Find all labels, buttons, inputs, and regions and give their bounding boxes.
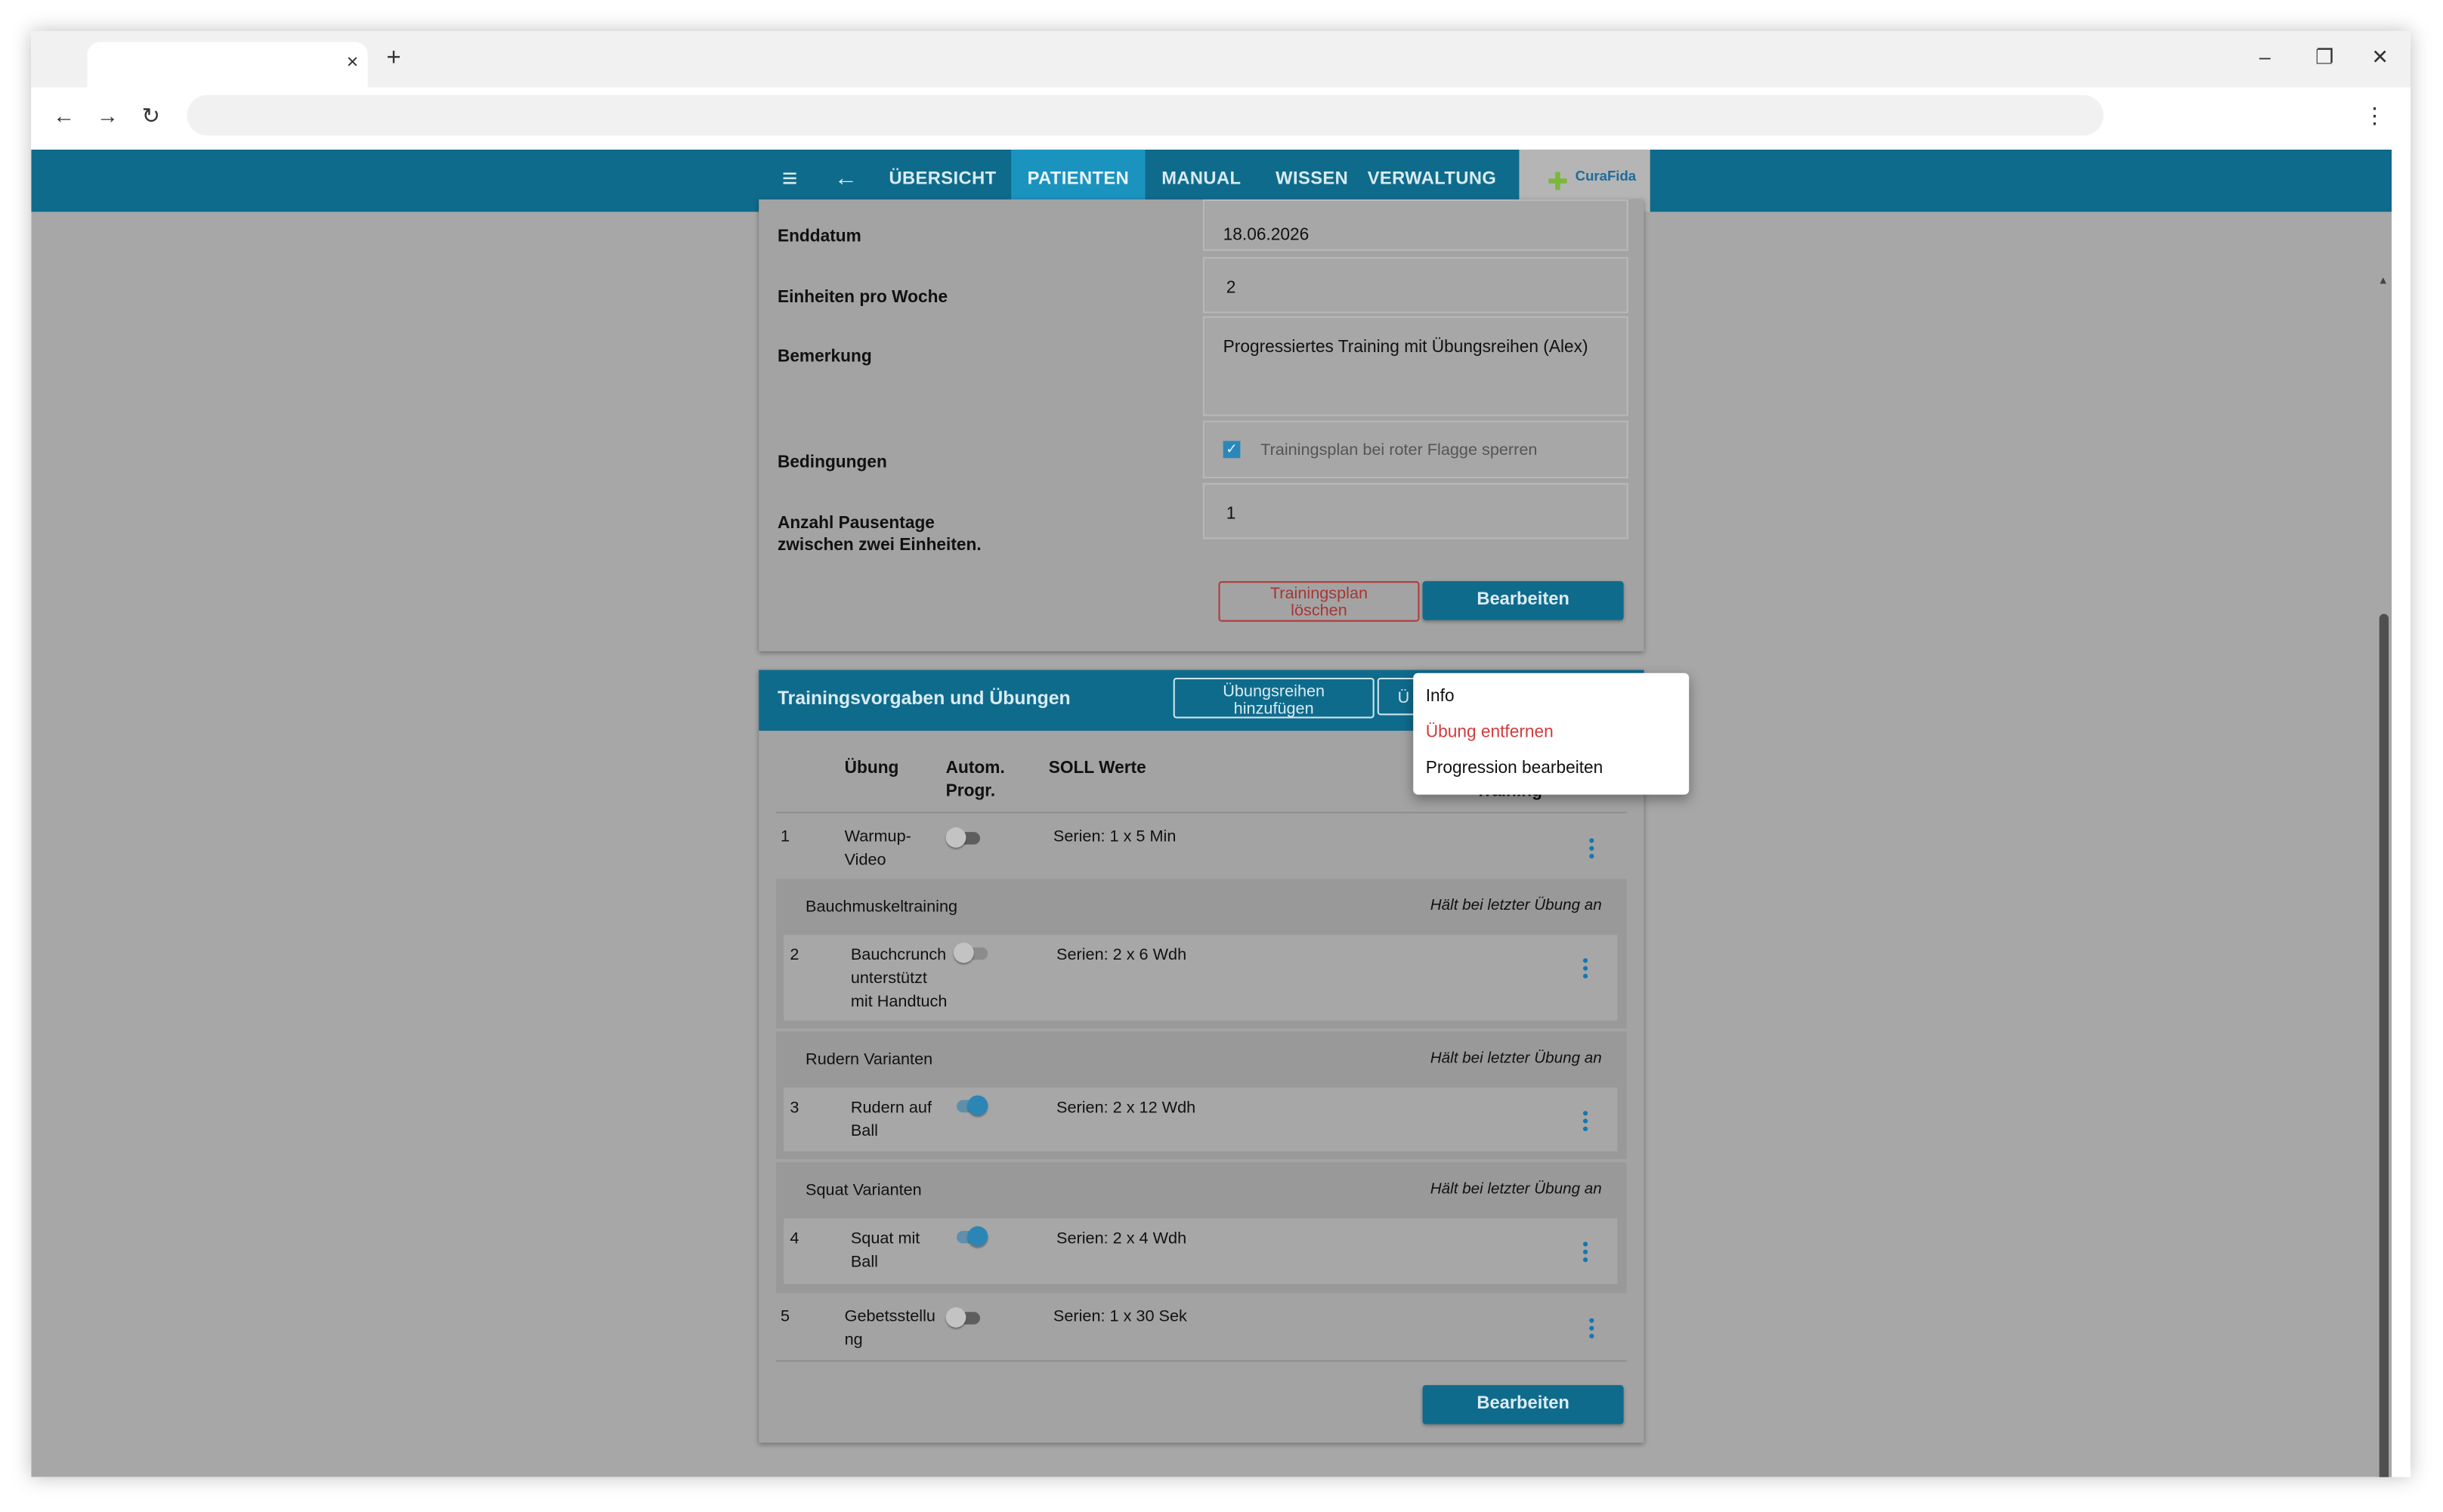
pausentage-label-line2: zwischen zwei Einheiten. xyxy=(777,536,982,555)
close-tab-icon[interactable]: × xyxy=(347,50,359,73)
row-3-name-line2: Ball xyxy=(850,1121,878,1141)
address-bar[interactable] xyxy=(187,94,2104,136)
group-1-name: Bauchmuskeltraining xyxy=(806,897,958,917)
group-2-name: Rudern Varianten xyxy=(806,1050,933,1069)
row-4-more-icon[interactable] xyxy=(1582,1241,1588,1265)
row-1-name-line2: Video xyxy=(844,850,886,870)
browser-tab[interactable]: × xyxy=(87,42,368,88)
row-2-name-line2: unterstützt xyxy=(850,969,927,988)
row-3-auto-progression-toggle[interactable] xyxy=(951,1095,988,1118)
address-bar-row: ← → ↻ ⋮ xyxy=(31,87,2411,150)
row-3-number: 3 xyxy=(790,1098,799,1118)
browser-window: × + – ❐ ✕ ← → ↻ ⋮ ≡ ← ÜBERSICHT PATIENTE… xyxy=(31,31,2411,1477)
row-4: 4 Squat mit Ball Serien: 2 x 4 Wdh xyxy=(784,1218,1618,1285)
close-window-icon[interactable]: ✕ xyxy=(2371,45,2388,70)
row-5-soll: Serien: 1 x 30 Sek xyxy=(1053,1307,1187,1326)
tab-strip: × + – ❐ ✕ xyxy=(31,31,2411,88)
einheiten-label: Einheiten pro Woche xyxy=(777,288,948,308)
bemerkung-label: Bemerkung xyxy=(777,347,872,366)
menu-edit-progression[interactable]: Progression bearbeiten xyxy=(1426,759,1603,778)
row-2-more-icon[interactable] xyxy=(1582,958,1588,982)
back-icon[interactable]: ← xyxy=(53,103,75,128)
row-5-name-line1: Gebetsstellu xyxy=(844,1307,935,1326)
logo-cross-icon: ✚ xyxy=(1547,169,1569,196)
row-3: 3 Rudern auf Ball Serien: 2 x 12 Wdh xyxy=(784,1087,1618,1152)
page-viewport: ≡ ← ÜBERSICHT PATIENTEN MANUAL WISSEN VE… xyxy=(31,149,2392,1477)
group-3-name: Squat Varianten xyxy=(806,1180,922,1200)
add-series-button[interactable]: Übungsreihen hinzufügen xyxy=(1173,677,1375,719)
edit-plan-button[interactable]: Bearbeiten xyxy=(1422,581,1624,620)
row-5-number: 5 xyxy=(781,1307,790,1326)
row-1-number: 1 xyxy=(781,827,790,846)
checkbox-checked-icon[interactable]: ✓ xyxy=(1223,441,1241,459)
minimize-icon[interactable]: – xyxy=(2259,45,2271,69)
row-2-number: 2 xyxy=(790,945,799,965)
enddatum-field[interactable]: 18.06.2026 xyxy=(1202,199,1628,251)
col-soll: SOLL Werte xyxy=(1048,759,1146,778)
pausentage-label-line1: Anzahl Pausentage xyxy=(777,514,935,533)
row-2-name-line3: mit Handtuch xyxy=(850,992,948,1012)
row-divider xyxy=(775,812,1627,814)
einheiten-field[interactable]: 2 xyxy=(1202,257,1628,314)
row-5-name-line2: ng xyxy=(844,1330,863,1350)
scroll-up-icon[interactable]: ▲ xyxy=(2378,276,2389,286)
group-1-note: Hält bei letzter Übung an xyxy=(1430,897,1602,915)
enddatum-label: Enddatum xyxy=(777,227,861,246)
row-1-more-icon[interactable] xyxy=(1589,838,1594,861)
row-2-auto-progression-toggle[interactable] xyxy=(953,942,991,965)
browser-menu-icon[interactable]: ⋮ xyxy=(2364,103,2386,129)
bedingungen-label: Bedingungen xyxy=(777,453,887,472)
reload-icon[interactable]: ↻ xyxy=(142,103,160,129)
menu-info[interactable]: Info xyxy=(1426,687,1455,706)
row-3-name-line1: Rudern auf xyxy=(850,1098,932,1118)
exercise-group-squat: Squat Varianten Hält bei letzter Übung a… xyxy=(775,1162,1627,1294)
row-3-soll: Serien: 2 x 12 Wdh xyxy=(1056,1098,1196,1118)
row-2-name-line1: Bauchcrunch xyxy=(850,945,947,965)
row-4-auto-progression-toggle[interactable] xyxy=(951,1226,988,1248)
scrollbar[interactable]: ▲ ▼ xyxy=(2376,274,2392,1477)
exercise-context-menu: Info Übung entfernen Progression bearbei… xyxy=(1413,673,1690,795)
row-4-name-line2: Ball xyxy=(850,1252,878,1272)
row-4-soll: Serien: 2 x 4 Wdh xyxy=(1056,1229,1187,1248)
edit-exercises-button[interactable]: Bearbeiten xyxy=(1422,1385,1624,1424)
group-2-note: Hält bei letzter Übung an xyxy=(1430,1050,1602,1068)
forward-icon[interactable]: → xyxy=(97,103,119,128)
col-autom-line1: Autom. xyxy=(945,759,1005,778)
exercise-group-rudern: Rudern Varianten Hält bei letzter Übung … xyxy=(775,1031,1627,1160)
row-5-more-icon[interactable] xyxy=(1589,1318,1594,1341)
delete-plan-button[interactable]: Trainingsplan löschen xyxy=(1218,581,1420,622)
row-5-auto-progression-toggle[interactable] xyxy=(945,1307,983,1329)
group-3-note: Hält bei letzter Übung an xyxy=(1430,1180,1602,1198)
pausentage-field[interactable]: 1 xyxy=(1202,483,1628,540)
red-flag-lock-label: Trainingsplan bei roter Flagge sperren xyxy=(1260,441,1538,460)
col-autom-line2: Progr. xyxy=(945,782,996,801)
exercises-title: Trainingsvorgaben und Übungen xyxy=(777,687,1071,710)
exercise-group-bauchmuskel: Bauchmuskeltraining Hält bei letzter Übu… xyxy=(775,878,1627,1028)
main-content: Enddatum 18.06.2026 Einheiten pro Woche … xyxy=(31,199,2392,1477)
row-1-soll: Serien: 1 x 5 Min xyxy=(1053,827,1177,846)
col-uebung: Übung xyxy=(844,759,899,778)
restore-icon[interactable]: ❐ xyxy=(2315,45,2333,70)
row-3-more-icon[interactable] xyxy=(1582,1111,1588,1134)
menu-remove-exercise[interactable]: Übung entfernen xyxy=(1426,723,1554,742)
bemerkung-field[interactable]: Progressiertes Training mit Übungsreihen… xyxy=(1202,316,1628,416)
scrollbar-thumb[interactable] xyxy=(2379,614,2389,1477)
row-1-auto-progression-toggle[interactable] xyxy=(945,827,983,849)
row-4-name-line1: Squat mit xyxy=(850,1229,920,1248)
training-plan-card: Enddatum 18.06.2026 Einheiten pro Woche … xyxy=(759,199,1644,651)
row-4-number: 4 xyxy=(790,1229,799,1248)
row-divider xyxy=(775,1360,1627,1362)
row-2: 2 Bauchcrunch unterstützt mit Handtuch S… xyxy=(784,935,1618,1021)
row-2-soll: Serien: 2 x 6 Wdh xyxy=(1056,945,1187,965)
row-1-name-line1: Warmup- xyxy=(844,827,911,846)
new-tab-icon[interactable]: + xyxy=(386,45,400,73)
bedingungen-field: ✓ Trainingsplan bei roter Flagge sperren xyxy=(1202,420,1628,479)
